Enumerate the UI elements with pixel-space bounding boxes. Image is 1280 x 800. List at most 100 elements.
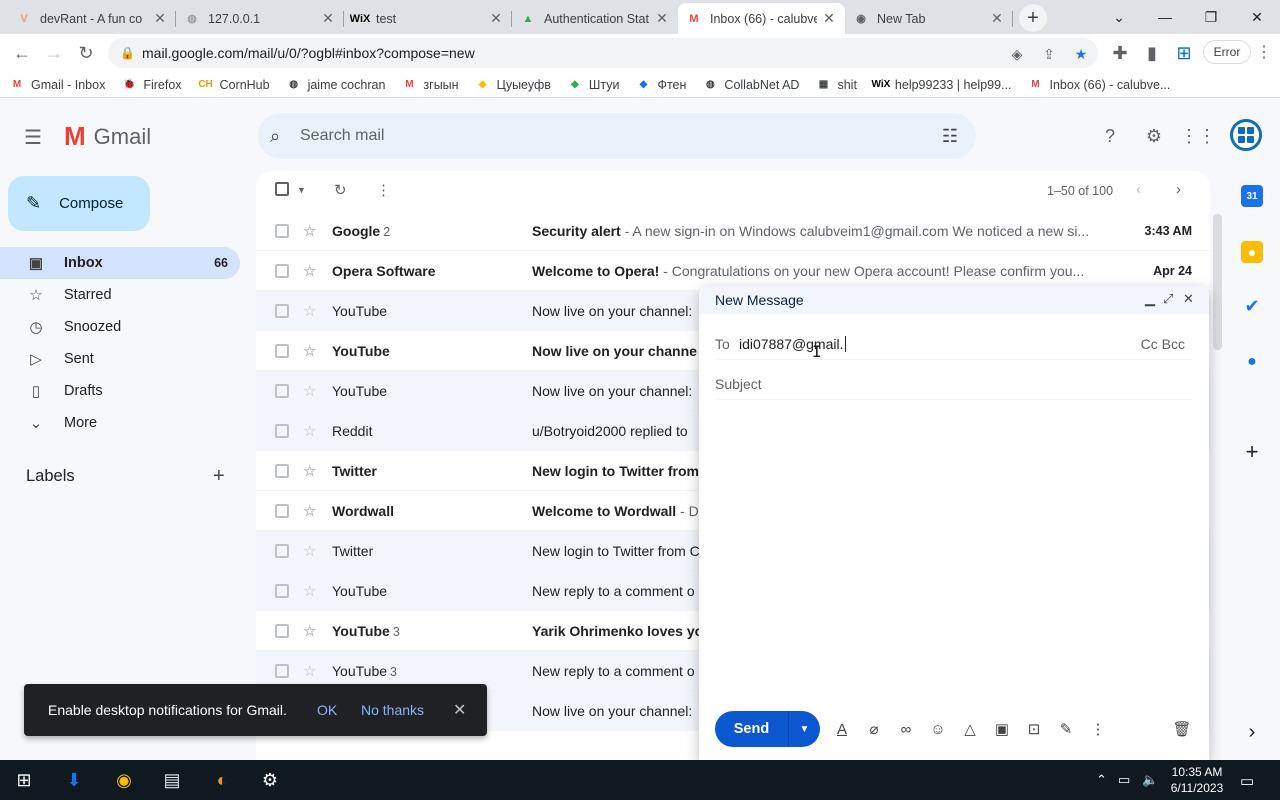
row-checkbox[interactable]	[275, 463, 289, 478]
send-button[interactable]: Send	[715, 711, 788, 747]
help-icon[interactable]: ?	[1097, 123, 1123, 149]
profile-avatar-icon[interactable]: ⊞	[1170, 39, 1198, 67]
close-tab-icon[interactable]: ✕	[654, 10, 670, 27]
bookmark-item[interactable]: M Inbox (66) - calubve...	[1028, 78, 1170, 92]
chrome-taskbar-icon[interactable]: ◉	[110, 766, 138, 794]
bookmark-item[interactable]: ◆ Цуыеуфв	[476, 78, 551, 92]
browser-tab[interactable]: VdevRant - A fun co ✕	[8, 3, 176, 34]
star-icon[interactable]: ☆	[303, 422, 316, 440]
close-tab-icon[interactable]: ✕	[821, 10, 837, 27]
fullscreen-compose-icon[interactable]: ⤢	[1163, 291, 1173, 307]
row-checkbox[interactable]	[275, 543, 289, 558]
contacts-icon[interactable]: ●	[1241, 351, 1263, 373]
sidebar-item-sent[interactable]: ▷ Sent	[0, 343, 240, 375]
search-input[interactable]: Search mail	[300, 127, 384, 145]
row-checkbox[interactable]	[275, 583, 289, 598]
add-label-icon[interactable]: +	[213, 465, 225, 488]
compose-button[interactable]: ✎ Compose	[8, 176, 150, 231]
notepad-taskbar-icon[interactable]: ▤	[158, 766, 186, 794]
drive-icon[interactable]: △	[959, 718, 981, 740]
snackbar-no-thanks-button[interactable]: No thanks	[361, 702, 424, 718]
download-app-icon[interactable]: ⬇	[60, 766, 88, 794]
search-bar[interactable]: ⌕ Search mail ☷	[258, 113, 976, 159]
row-checkbox[interactable]	[275, 663, 289, 678]
row-checkbox[interactable]	[275, 503, 289, 518]
sidebar-item-starred[interactable]: ☆ Starred	[0, 279, 240, 311]
forward-icon[interactable]: →	[40, 39, 68, 67]
more-actions-icon[interactable]: ⋮	[376, 181, 391, 199]
subject-input[interactable]: Subject	[715, 368, 1193, 400]
email-row[interactable]: ☆ Opera Software Welcome to Opera! - Congr…	[256, 251, 1210, 291]
row-checkbox[interactable]	[275, 623, 289, 638]
close-tab-icon[interactable]: ✕	[320, 10, 336, 27]
snackbar-ok-button[interactable]: OK	[317, 702, 337, 718]
signature-icon[interactable]: ✎	[1055, 718, 1077, 740]
get-addons-icon[interactable]: +	[1241, 439, 1263, 464]
sidebar-item-inbox[interactable]: ▣ Inbox 66	[0, 247, 240, 279]
address-bar[interactable]: 🔒 mail.google.com/mail/u/0/?ogbl#inbox?c…	[108, 38, 1098, 68]
bookmark-item[interactable]: M Gmail - Inbox	[10, 78, 106, 92]
star-icon[interactable]: ☆	[303, 542, 316, 560]
tasks-icon[interactable]: ✔	[1241, 295, 1263, 317]
settings-gear-icon[interactable]: ⚙	[1141, 123, 1167, 149]
star-icon[interactable]: ☆	[303, 662, 316, 680]
gmail-logo[interactable]: M Gmail	[64, 121, 151, 152]
sidebar-item-snoozed[interactable]: ◷ Snoozed	[0, 311, 240, 343]
sidebar-item-drafts[interactable]: ▯ Drafts	[0, 375, 240, 407]
notifications-icon[interactable]: ▭	[1240, 772, 1254, 790]
to-field[interactable]: To idi07887@gmail. Cc Bcc	[715, 328, 1193, 360]
bookmark-item[interactable]: ◍ jaime cochran	[287, 78, 385, 92]
star-icon[interactable]: ☆	[303, 382, 316, 400]
bookmark-item[interactable]: ▦ shit	[816, 78, 857, 92]
row-checkbox[interactable]	[275, 343, 289, 358]
share-icon[interactable]: ⇪	[1040, 45, 1058, 63]
keep-icon[interactable]: ●	[1241, 241, 1263, 263]
more-options-icon[interactable]: ⋮	[1087, 718, 1109, 740]
bookmark-item[interactable]: 🐞 Firefox	[122, 78, 181, 92]
bookmark-star-icon[interactable]: ★	[1072, 45, 1090, 63]
error-button[interactable]: Error	[1203, 40, 1251, 64]
settings-taskbar-icon[interactable]: ⚙	[256, 766, 284, 794]
snackbar-close-icon[interactable]: ✕	[453, 700, 466, 720]
star-icon[interactable]: ☆	[303, 222, 316, 240]
formatting-options-icon[interactable]: A	[831, 718, 853, 740]
insert-photo-icon[interactable]: ▣	[991, 718, 1013, 740]
star-icon[interactable]: ☆	[303, 462, 316, 480]
browser-tab[interactable]: ◍ 127.0.0.1 ✕	[176, 3, 344, 34]
compose-header[interactable]: New Message	[699, 286, 1209, 314]
browser-tab[interactable]: M Inbox (66) - calubve ✕	[678, 3, 845, 34]
main-menu-icon[interactable]: ☰	[24, 125, 42, 150]
restore-button[interactable]: ❐	[1188, 0, 1234, 34]
tray-chevron-icon[interactable]: ⌃	[1096, 772, 1107, 788]
email-row[interactable]: ☆ Google 2 Security alert - A new sign-in o…	[256, 211, 1210, 251]
show-side-panel-icon[interactable]: ›	[1241, 721, 1263, 743]
newer-page-icon[interactable]: ‹	[1136, 181, 1141, 198]
minimize-button[interactable]: —	[1142, 0, 1188, 34]
star-icon[interactable]: ☆	[303, 302, 316, 320]
mail-scrollbar[interactable]	[1213, 214, 1222, 350]
new-tab-button[interactable]: +	[1019, 4, 1047, 32]
emoji-icon[interactable]: ☺	[927, 718, 949, 740]
volume-icon[interactable]: 🔈	[1142, 772, 1158, 788]
browser-tab[interactable]: WiX test ✕	[344, 3, 512, 34]
bookmark-item[interactable]: ◆ Штуи	[568, 78, 619, 92]
bookmark-item[interactable]: ◍ CollabNet AD	[703, 78, 799, 92]
apps-grid-icon[interactable]: ⋮⋮	[1180, 123, 1216, 149]
schedule-send-icon[interactable]: ▼	[788, 711, 820, 747]
close-tab-icon[interactable]: ✕	[989, 10, 1005, 27]
close-tab-icon[interactable]: ✕	[152, 10, 168, 27]
refresh-icon[interactable]: ↻	[334, 181, 347, 199]
row-checkbox[interactable]	[275, 263, 289, 278]
calendar-icon[interactable]: 31	[1241, 185, 1263, 207]
row-checkbox[interactable]	[275, 423, 289, 438]
back-icon[interactable]: ←	[8, 39, 36, 67]
chrome-menu-icon[interactable]: ⋮	[1256, 42, 1272, 62]
row-checkbox[interactable]	[275, 223, 289, 238]
tab-search-icon[interactable]: ⌄	[1096, 0, 1142, 34]
close-tab-icon[interactable]: ✕	[488, 10, 504, 27]
windows-start-icon[interactable]: ⊞	[10, 766, 38, 794]
side-panel-icon[interactable]: ▮	[1138, 39, 1166, 67]
attach-file-icon[interactable]: ⌀	[863, 718, 885, 740]
select-all-checkbox[interactable]	[275, 182, 289, 196]
sidebar-item-more[interactable]: ⌄ More	[0, 407, 240, 439]
